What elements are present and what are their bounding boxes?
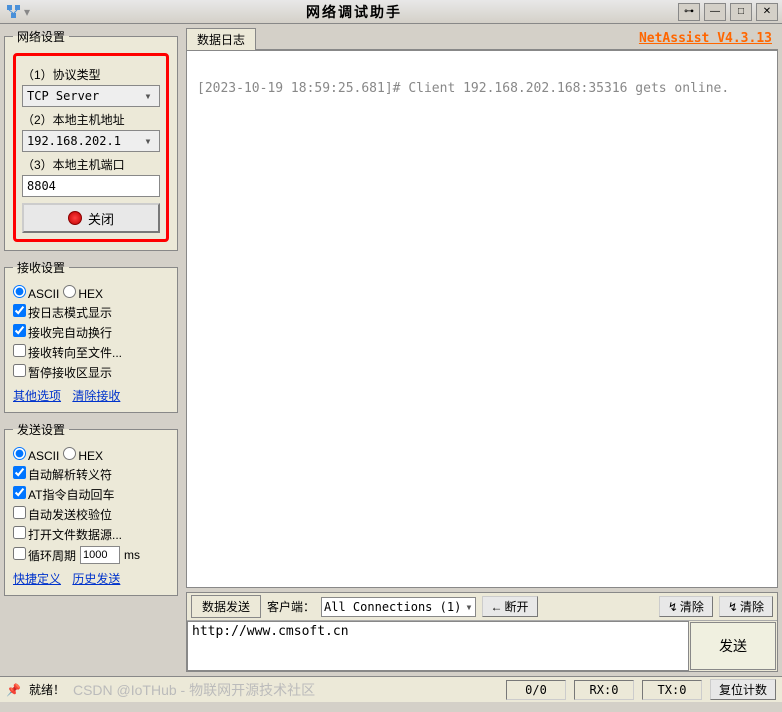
close-btn-label: 关闭 xyxy=(88,209,114,228)
titlebar: ▾ 网络调试助手 ⊶ — □ ✕ xyxy=(0,0,782,24)
send-filesrc-check[interactable]: 打开文件数据源... xyxy=(13,526,122,543)
cycle-input[interactable] xyxy=(80,546,120,564)
watermark-text: CSDN @IoTHub - 物联网开源技术社区 xyxy=(73,680,498,700)
protocol-value: TCP Server xyxy=(27,89,99,103)
send-panel: 数据发送 客户端： All Connections (1) ▾ ←断开 ↯清除 … xyxy=(186,592,778,672)
recv-pause-check[interactable]: 暂停接收区显示 xyxy=(13,364,112,381)
recv-logmode-check[interactable]: 按日志模式显示 xyxy=(13,304,112,321)
ready-icon: 📌 xyxy=(6,683,21,697)
close-window-button[interactable]: ✕ xyxy=(756,3,778,21)
status-rx: RX:0 xyxy=(574,680,634,700)
host-select[interactable]: 192.168.202.1 ▾ xyxy=(22,130,160,152)
send-input[interactable] xyxy=(187,621,689,671)
statusbar: 📌 就绪！ CSDN @IoTHub - 物联网开源技术社区 0/0 RX:0 … xyxy=(0,676,782,702)
chevron-down-icon: ▾ xyxy=(465,600,472,614)
protocol-select[interactable]: TCP Server ▾ xyxy=(22,85,160,107)
record-icon xyxy=(68,211,82,225)
host-label: （2）本地主机地址 xyxy=(22,111,160,128)
send-escape-check[interactable]: 自动解析转义符 xyxy=(13,466,112,483)
recv-settings-group: 接收设置 ASCII HEX 按日志模式显示 接收完自动换行 接收转向至文件..… xyxy=(4,259,178,413)
recv-other-link[interactable]: 其他选项 xyxy=(13,389,61,403)
send-settings-group: 发送设置 ASCII HEX 自动解析转义符 AT指令自动回车 自动发送校验位 … xyxy=(4,421,178,596)
status-counter: 0/0 xyxy=(506,680,566,700)
port-input[interactable] xyxy=(22,175,160,197)
recv-tofile-check[interactable]: 接收转向至文件... xyxy=(13,344,122,361)
lightning-icon: ↯ xyxy=(728,600,738,614)
connections-combo[interactable]: All Connections (1) ▾ xyxy=(321,597,476,617)
chevron-down-icon: ▾ xyxy=(141,134,155,148)
recv-clear-link[interactable]: 清除接收 xyxy=(72,389,120,403)
send-history-link[interactable]: 历史发送 xyxy=(72,572,120,586)
port-label: （3）本地主机端口 xyxy=(22,156,160,173)
clear-recv-button[interactable]: ↯清除 xyxy=(659,596,713,617)
status-ready: 就绪！ xyxy=(29,681,65,698)
window-title: 网络调试助手 xyxy=(30,2,678,22)
send-hex-radio[interactable]: HEX xyxy=(63,447,103,463)
pin-icon: ⊶ xyxy=(684,6,694,17)
send-legend: 发送设置 xyxy=(13,421,69,438)
app-icon xyxy=(4,2,24,22)
status-tx: TX:0 xyxy=(642,680,702,700)
host-value: 192.168.202.1 xyxy=(27,134,121,148)
cycle-unit: ms xyxy=(124,548,140,562)
maximize-icon: □ xyxy=(738,6,744,17)
minimize-button[interactable]: — xyxy=(704,3,726,21)
close-icon: ✕ xyxy=(763,6,771,17)
reset-counter-button[interactable]: 复位计数 xyxy=(710,679,776,700)
brand-link[interactable]: NetAssist V4.3.13 xyxy=(639,31,772,46)
network-settings-group: 网络设置 （1）协议类型 TCP Server ▾ （2）本地主机地址 192.… xyxy=(4,28,178,251)
send-tab[interactable]: 数据发送 xyxy=(191,595,261,618)
recv-autonl-check[interactable]: 接收完自动换行 xyxy=(13,324,112,341)
connections-value: All Connections (1) xyxy=(324,600,461,614)
maximize-button[interactable]: □ xyxy=(730,3,752,21)
minimize-icon: — xyxy=(710,6,720,17)
lightning-icon: ↯ xyxy=(668,600,678,614)
client-label: 客户端： xyxy=(267,598,315,615)
log-tab[interactable]: 数据日志 xyxy=(186,28,256,50)
send-ascii-radio[interactable]: ASCII xyxy=(13,447,59,463)
send-at-check[interactable]: AT指令自动回车 xyxy=(13,486,114,503)
network-legend: 网络设置 xyxy=(13,28,69,45)
arrow-left-icon: ← xyxy=(491,600,503,614)
recv-ascii-radio[interactable]: ASCII xyxy=(13,285,59,301)
log-textarea[interactable]: [2023-10-19 18:59:25.681]# Client 192.16… xyxy=(186,50,778,588)
recv-hex-radio[interactable]: HEX xyxy=(63,285,103,301)
pin-button[interactable]: ⊶ xyxy=(678,3,700,21)
clear-send-button[interactable]: ↯清除 xyxy=(719,596,773,617)
recv-legend: 接收设置 xyxy=(13,259,69,276)
disconnect-button[interactable]: ←断开 xyxy=(482,596,538,617)
network-highlight-box: （1）协议类型 TCP Server ▾ （2）本地主机地址 192.168.2… xyxy=(13,53,169,242)
send-quick-link[interactable]: 快捷定义 xyxy=(13,572,61,586)
send-crc-check[interactable]: 自动发送校验位 xyxy=(13,506,112,523)
chevron-down-icon: ▾ xyxy=(141,89,155,103)
protocol-label: （1）协议类型 xyxy=(22,66,160,83)
send-button[interactable]: 发送 xyxy=(690,622,776,670)
send-cycle-check[interactable]: 循环周期 xyxy=(13,547,76,564)
close-connection-button[interactable]: 关闭 xyxy=(22,203,160,233)
